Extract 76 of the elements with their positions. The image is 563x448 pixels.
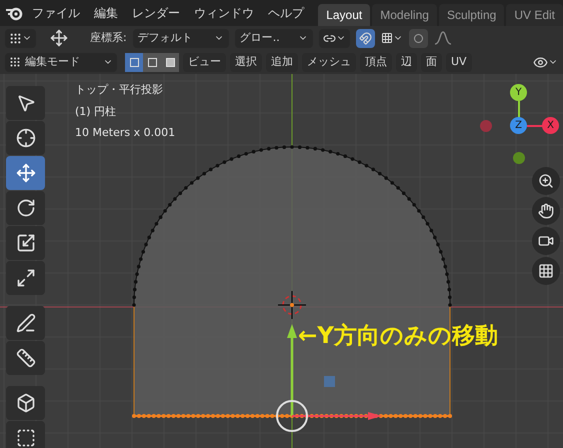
transform-pivot-dropdown[interactable] xyxy=(5,28,36,48)
pencil-icon xyxy=(16,313,36,333)
viewport-info-text: (1) 円柱 xyxy=(75,104,118,120)
tool-button[interactable] xyxy=(6,226,45,260)
plane-handle[interactable] xyxy=(324,376,335,387)
workspace-tab[interactable]: Sculpting xyxy=(438,4,504,26)
header-menu[interactable]: 選択 xyxy=(230,52,262,72)
select-mode-button[interactable] xyxy=(161,52,179,72)
move-gizmo-ring[interactable] xyxy=(276,400,308,432)
dashed-square-icon xyxy=(16,428,36,448)
grid-button[interactable] xyxy=(532,257,560,285)
mode-dropdown[interactable]: 編集モード xyxy=(5,52,117,72)
header-menu[interactable]: 頂点 xyxy=(360,52,392,72)
viewport-info-text: 10 Meters x 0.001 xyxy=(75,125,176,141)
zoom-icon xyxy=(538,173,554,189)
zoom-button[interactable] xyxy=(532,167,560,195)
grid-icon xyxy=(538,263,554,279)
viewport-info-text: トップ・平行投影 xyxy=(75,82,164,98)
tool-button[interactable] xyxy=(6,306,45,340)
header-menu[interactable]: メッシュ xyxy=(302,52,356,72)
3d-cursor-icon xyxy=(278,290,306,320)
visibility-dropdown[interactable] xyxy=(533,54,558,70)
falloff-curve-icon[interactable] xyxy=(434,31,452,45)
rotate-icon xyxy=(16,198,36,218)
menu-item[interactable]: ウィンドウ xyxy=(188,4,260,22)
tool-button[interactable] xyxy=(6,156,45,190)
negative-y-axis-dot[interactable] xyxy=(513,152,525,164)
workspace-tab[interactable]: Layout xyxy=(318,4,370,26)
menu-item[interactable]: ヘルプ xyxy=(262,4,310,22)
dots-icon xyxy=(9,56,21,68)
x-axis-gizmo-line xyxy=(527,125,543,127)
header-menu[interactable]: 面 xyxy=(421,52,442,72)
pointer-icon xyxy=(16,93,36,113)
x-move-arrow[interactable] xyxy=(292,412,382,420)
tool-button[interactable] xyxy=(6,421,45,448)
header-menu[interactable]: 辺 xyxy=(396,52,417,72)
tool-button[interactable] xyxy=(6,341,45,375)
select-mode-button[interactable] xyxy=(125,52,143,72)
link-dropdown[interactable] xyxy=(318,28,350,48)
eye-icon xyxy=(533,54,548,70)
move-arrows-icon xyxy=(16,163,36,183)
camera-button[interactable] xyxy=(532,227,560,255)
move-arrows-icon[interactable] xyxy=(50,29,68,47)
workspace-tab[interactable]: UV Edit xyxy=(506,4,563,26)
proportional-toggle[interactable] xyxy=(408,28,428,48)
snap-toggle[interactable] xyxy=(356,28,375,48)
menu-item[interactable]: レンダー xyxy=(126,4,186,22)
orientation-dropdown[interactable]: グロー.. xyxy=(234,28,313,48)
cube-icon xyxy=(16,393,36,413)
select-mode-button[interactable] xyxy=(143,52,161,72)
menu-item[interactable]: 編集 xyxy=(88,4,124,22)
pivot-dropdown[interactable]: デフォルト xyxy=(132,28,229,48)
negative-x-axis-dot[interactable] xyxy=(480,120,492,132)
tool-button[interactable] xyxy=(6,86,45,120)
menu-item[interactable]: ファイル xyxy=(26,4,86,22)
header-menu[interactable]: UV xyxy=(446,52,472,72)
tool-button[interactable] xyxy=(6,261,45,295)
crosshair-icon xyxy=(16,128,36,148)
header-menu[interactable]: 追加 xyxy=(266,52,298,72)
app-logo-icon[interactable] xyxy=(4,5,24,21)
magnet-icon xyxy=(358,32,372,44)
tool-button[interactable] xyxy=(6,121,45,155)
orientation-label: 座標系: xyxy=(90,30,127,46)
grid-icon xyxy=(380,32,393,44)
workspace-tab[interactable]: Modeling xyxy=(372,4,437,26)
tool-button[interactable] xyxy=(6,191,45,225)
dots-icon xyxy=(9,32,22,44)
hand-button[interactable] xyxy=(532,197,560,225)
scale-icon xyxy=(16,233,36,253)
expand-arrows-icon xyxy=(16,268,36,288)
y-axis-gizmo-line xyxy=(518,101,520,119)
tool-button[interactable] xyxy=(6,386,45,420)
hand-icon xyxy=(538,203,554,219)
header-menu[interactable]: ビュー xyxy=(183,52,226,72)
y-move-arrow[interactable] xyxy=(287,324,297,416)
ruler-icon xyxy=(16,348,36,368)
